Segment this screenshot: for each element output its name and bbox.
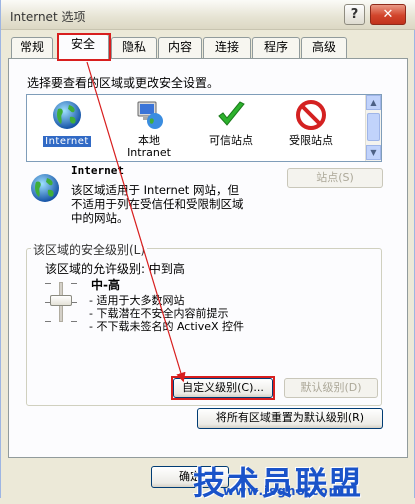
annotation-arrow: [86, 61, 186, 383]
watermark-url: www.jsgho.com: [223, 484, 343, 498]
internet-options-dialog: Internet 选项 ? ✕ 常规 安全 隐私 内容 连接 程序 高级 选择要…: [0, 0, 415, 502]
security-panel-content: 选择要查看的区域或更改安全设置。 Internet 本地 Intranet 可信…: [1, 0, 415, 498]
